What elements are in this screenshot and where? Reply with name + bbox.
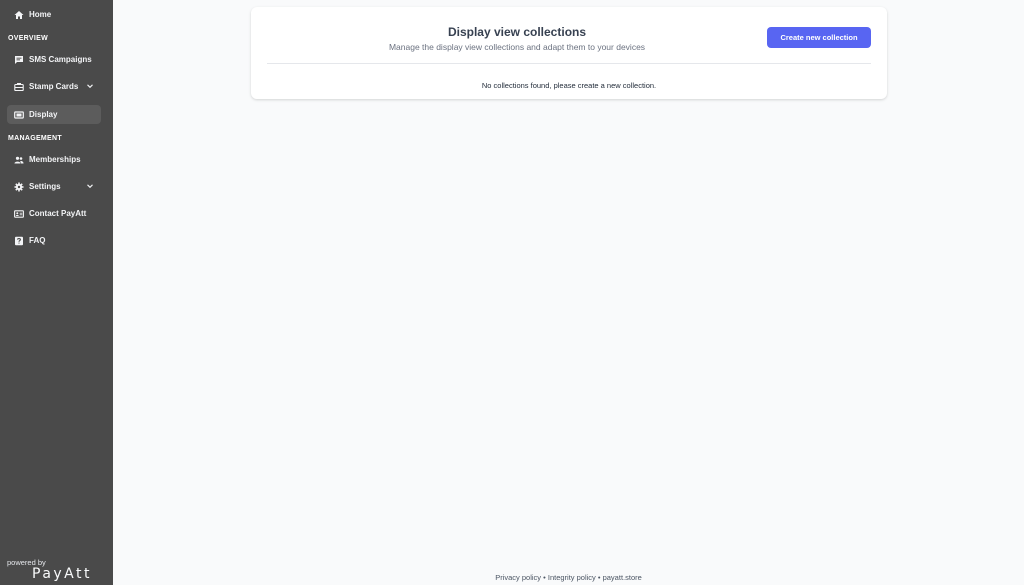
footer-separator: •	[541, 573, 548, 582]
payatt-store-link[interactable]: payatt.store	[603, 573, 642, 582]
page-title: Display view collections	[447, 25, 587, 39]
sidebar-item-label: SMS Campaigns	[29, 55, 92, 64]
message-icon	[14, 55, 24, 65]
sidebar-item-memberships[interactable]: Memberships	[7, 150, 101, 169]
sidebar-item-label: Contact PayAtt	[29, 209, 87, 218]
sidebar-item-contact-payatt[interactable]: Contact PayAtt	[7, 204, 101, 223]
sidebar: Home OVERVIEW SMS Campaigns Stamp Cards …	[0, 0, 113, 585]
create-collection-button[interactable]: Create new collection	[767, 27, 871, 48]
stamp-card-icon	[14, 82, 24, 92]
footer-separator: •	[595, 573, 603, 582]
sidebar-item-sms-campaigns[interactable]: SMS Campaigns	[7, 50, 101, 69]
chevron-down-icon	[86, 182, 94, 190]
empty-state-message: No collections found, please create a ne…	[481, 81, 657, 90]
users-icon	[14, 155, 24, 165]
payatt-logo: PayAtt	[32, 566, 92, 582]
section-overview-label: OVERVIEW	[8, 35, 49, 42]
question-icon	[14, 236, 24, 246]
display-icon	[14, 110, 24, 120]
sidebar-item-label: FAQ	[29, 236, 46, 245]
sidebar-item-faq[interactable]: FAQ	[7, 231, 101, 250]
sidebar-item-settings[interactable]: Settings	[7, 177, 101, 196]
page-subtitle: Manage the display view collections and …	[388, 42, 646, 52]
sidebar-item-home[interactable]: Home	[7, 5, 101, 24]
divider	[267, 63, 871, 64]
home-icon	[14, 10, 24, 20]
integrity-policy-link[interactable]: Integrity policy	[548, 573, 596, 582]
privacy-policy-link[interactable]: Privacy policy	[495, 573, 541, 582]
chevron-down-icon	[86, 82, 94, 90]
sidebar-item-label: Display	[29, 110, 58, 119]
sidebar-item-stamp-cards[interactable]: Stamp Cards	[7, 77, 101, 96]
collections-card: Display view collections Manage the disp…	[251, 7, 887, 99]
sidebar-item-label: Settings	[29, 182, 61, 191]
section-management-label: MANAGEMENT	[8, 135, 62, 142]
sidebar-item-label: Stamp Cards	[29, 82, 79, 91]
sidebar-item-display[interactable]: Display	[7, 105, 101, 124]
sidebar-item-label: Home	[29, 10, 52, 19]
contact-card-icon	[14, 209, 24, 219]
gear-icon	[14, 182, 24, 192]
sidebar-item-label: Memberships	[29, 155, 81, 164]
footer: Privacy policy • Integrity policy • paya…	[113, 573, 1024, 582]
